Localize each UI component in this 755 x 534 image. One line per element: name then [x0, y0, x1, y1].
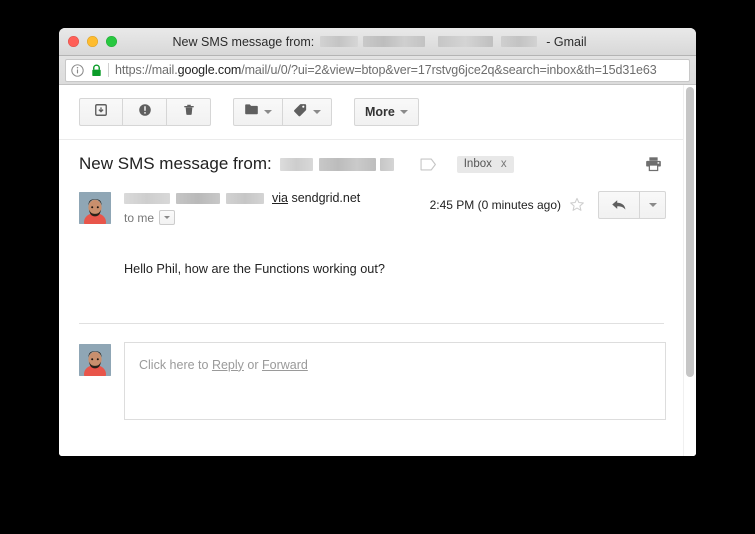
redacted-block [379, 157, 394, 171]
sender-row: via sendgrid.net to me 2:45 PM (0 minute… [79, 190, 666, 225]
redacted-block [124, 192, 170, 204]
via-word: via [272, 191, 288, 205]
url-path: /mail/u/0/?ui=2&view=btop&ver=17rstvg6jc… [241, 63, 657, 77]
archive-box-icon [94, 103, 108, 122]
message-more-button[interactable] [640, 191, 666, 219]
page-title: New SMS message from: [79, 154, 272, 173]
recipient-line: to me [124, 210, 430, 225]
window-controls [68, 36, 117, 47]
remove-label-icon[interactable]: x [501, 158, 507, 170]
info-circle-icon[interactable] [66, 63, 88, 77]
message-timestamp: 2:45 PM (0 minutes ago) [429, 198, 561, 212]
avatar [79, 192, 111, 224]
delete-button[interactable] [167, 98, 211, 126]
scrollbar[interactable] [683, 85, 696, 456]
sending-domain: sendgrid.net [291, 191, 361, 205]
browser-chrome: https://mail.google.com/mail/u/0/?ui=2&v… [59, 56, 696, 85]
forward-link[interactable]: Forward [262, 358, 308, 372]
window-titlebar: New SMS message from: - Gmail [59, 28, 696, 56]
gmail-toolbar: More [59, 85, 684, 139]
page-viewport: More New SMS message from: Inbox x via s… [59, 85, 696, 456]
message-body: Hello Phil, how are the Functions workin… [124, 262, 385, 276]
organize-button-group [233, 98, 332, 126]
label-chip-text: Inbox [463, 158, 492, 170]
via-domain-text: via sendgrid.net [272, 191, 360, 205]
exclamation-circle-icon [138, 103, 152, 122]
screenshot-root: New SMS message from: - Gmail https://ma… [0, 0, 755, 534]
label-outline-icon[interactable] [420, 158, 437, 171]
browser-window: New SMS message from: - Gmail https://ma… [59, 28, 696, 456]
tag-icon [293, 103, 308, 122]
reply-input[interactable]: Click here to Reply or Forward [124, 341, 666, 420]
move-to-button[interactable] [233, 98, 283, 126]
url-host: google.com [177, 63, 242, 77]
trash-icon [182, 102, 196, 122]
chevron-down-icon [648, 203, 657, 207]
url-scheme: https://mail. [115, 63, 178, 77]
more-button-label: More [365, 105, 395, 119]
window-title: New SMS message from: - Gmail [59, 35, 696, 49]
address-bar-url: https://mail.google.com/mail/u/0/?ui=2&v… [115, 63, 657, 77]
message-actions: 2:45 PM (0 minutes ago) [430, 190, 666, 219]
gmail-message-view: More New SMS message from: Inbox x via s… [59, 85, 684, 456]
chevron-down-icon [399, 110, 408, 114]
reply-placeholder-middle: or [243, 357, 262, 372]
window-title-prefix: New SMS message from: [172, 34, 315, 49]
report-spam-button[interactable] [123, 98, 167, 126]
reply-placeholder-prefix: Click here to [139, 357, 212, 372]
redacted-block [363, 36, 426, 47]
message-block: via sendgrid.net to me 2:45 PM (0 minute… [59, 186, 684, 279]
chevron-down-icon [313, 110, 321, 114]
chevron-down-icon [264, 110, 272, 114]
padlock-icon[interactable] [88, 64, 104, 77]
maximize-button[interactable] [106, 36, 117, 47]
close-button[interactable] [68, 36, 79, 47]
reply-arrow-icon [612, 200, 626, 210]
printer-icon[interactable] [645, 156, 662, 172]
redacted-block [176, 192, 220, 204]
address-bar[interactable]: https://mail.google.com/mail/u/0/?ui=2&v… [65, 58, 690, 82]
redacted-block [226, 192, 264, 204]
avatar [79, 343, 111, 376]
reply-area: Click here to Reply or Forward [59, 324, 684, 420]
archive-button[interactable] [79, 98, 123, 126]
recipient-label: to me [124, 210, 155, 225]
more-button[interactable]: More [354, 98, 419, 126]
scrollbar-thumb[interactable] [686, 87, 694, 377]
redacted-block [438, 36, 494, 47]
chevron-down-icon [164, 216, 171, 219]
window-title-suffix: - Gmail [546, 34, 587, 49]
redacted-block [320, 36, 359, 47]
redacted-block [501, 36, 538, 47]
redacted-block [318, 157, 376, 171]
reply-button[interactable] [598, 191, 640, 219]
sender-details: via sendgrid.net to me [111, 190, 430, 225]
redacted-block [279, 157, 313, 171]
recipient-details-button[interactable] [159, 210, 176, 225]
folder-icon [244, 103, 259, 121]
subject-row: New SMS message from: Inbox x [59, 140, 684, 186]
status-badge: Inbox x [456, 155, 514, 173]
sender-name-line: via sendgrid.net [124, 191, 430, 205]
star-outline-icon[interactable] [569, 197, 585, 213]
labels-button[interactable] [283, 98, 332, 126]
reply-link[interactable]: Reply [212, 358, 244, 372]
minimize-button[interactable] [87, 36, 98, 47]
action-button-group [79, 98, 211, 126]
address-bar-divider [108, 63, 109, 77]
reply-button-group [598, 191, 666, 219]
reply-placeholder: Click here to Reply or Forward [139, 358, 308, 372]
